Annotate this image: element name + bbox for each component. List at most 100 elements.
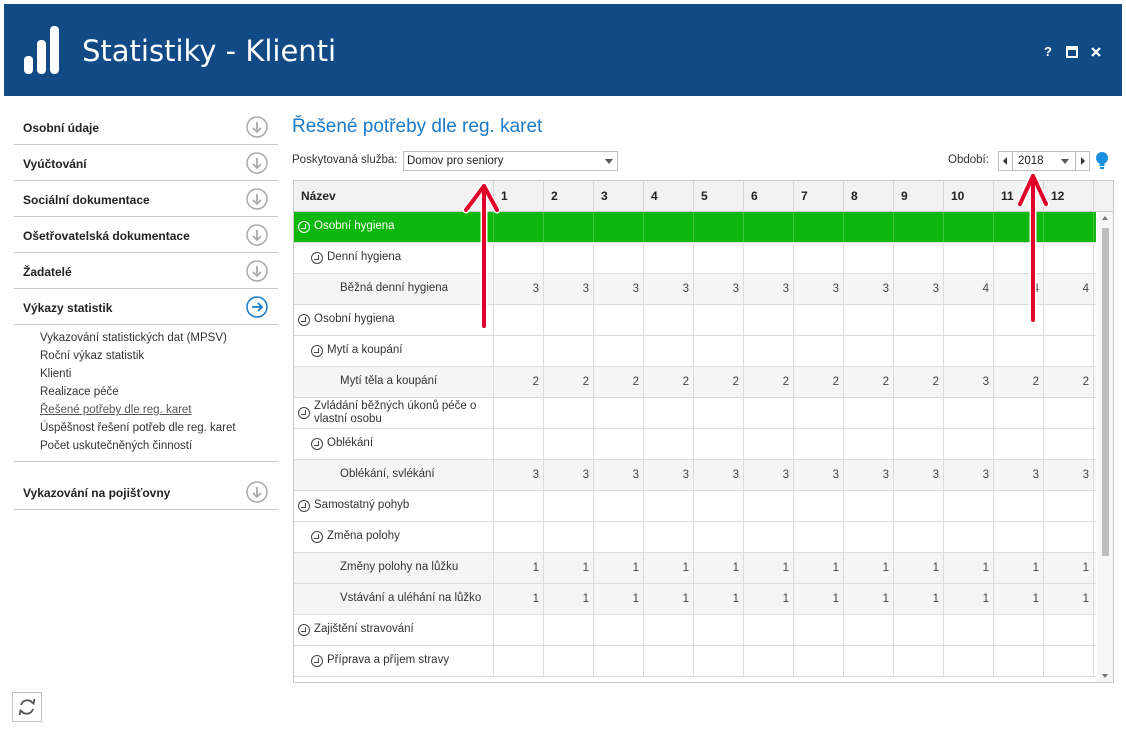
period-prev-button[interactable] — [999, 152, 1013, 170]
close-button[interactable] — [1086, 42, 1106, 62]
expand-toggle-icon[interactable] — [298, 500, 310, 512]
table-row[interactable]: Vstávání a uléhání na lůžko 1 1 1 1 1 1 1 1 1 1 1 1 — [294, 584, 1096, 615]
maximize-button[interactable] — [1062, 42, 1082, 62]
expand-toggle-icon[interactable] — [298, 624, 310, 636]
sidebar-item-3[interactable]: Ošetřovatelská dokumentace — [14, 217, 278, 253]
expand-toggle-icon[interactable] — [311, 655, 323, 667]
column-header-month[interactable]: 8 — [844, 181, 894, 212]
table-row[interactable]: Změna polohy — [294, 522, 1096, 553]
table-row[interactable]: Oblékání, svlékání 3 3 3 3 3 3 3 3 3 3 3 3 — [294, 460, 1096, 491]
lightbulb-icon[interactable] — [1095, 151, 1109, 171]
circle-down-arrow-icon[interactable] — [246, 260, 268, 282]
vertical-scrollbar[interactable] — [1097, 212, 1113, 682]
expand-toggle-icon[interactable] — [311, 252, 323, 264]
value-cell — [994, 243, 1044, 273]
value-cell: 1 — [494, 553, 544, 583]
value-cell: 1 — [744, 553, 794, 583]
scroll-up-icon[interactable] — [1102, 216, 1108, 220]
value-cell: 3 — [694, 274, 744, 304]
sidebar-item-2[interactable]: Sociální dokumentace — [14, 181, 278, 217]
column-header-month[interactable]: 5 — [694, 181, 744, 212]
table-row[interactable]: Změny polohy na lůžku 1 1 1 1 1 1 1 1 1 1 1 1 — [294, 553, 1096, 584]
sidebar-item-label: Výkazy statistik — [23, 301, 113, 315]
value-cell — [894, 429, 944, 459]
chevron-down-icon[interactable] — [1061, 159, 1069, 164]
column-header-month[interactable]: 4 — [644, 181, 694, 212]
value-cell — [594, 398, 644, 428]
expand-toggle-icon[interactable] — [298, 314, 310, 326]
value-cell — [894, 398, 944, 428]
expand-toggle-icon[interactable] — [298, 407, 310, 419]
sidebar-item-1[interactable]: Vyúčtování — [14, 145, 278, 181]
sidebar-item-0[interactable]: Osobní údaje — [14, 109, 278, 145]
table-row[interactable]: Mytí a koupání — [294, 336, 1096, 367]
table-row[interactable]: Mytí těla a koupání 2 2 2 2 2 2 2 2 2 3 2 2 — [294, 367, 1096, 398]
circle-down-arrow-icon[interactable] — [246, 116, 268, 138]
period-next-button[interactable] — [1075, 152, 1089, 170]
sidebar-sub-item[interactable]: Roční výkaz statistik — [14, 347, 278, 365]
chevron-down-icon[interactable] — [605, 159, 613, 164]
row-label: Denní hygiena — [327, 251, 402, 263]
value-cell: 1 — [894, 553, 944, 583]
value-cell: 3 — [1044, 460, 1094, 490]
sidebar-sub-item[interactable]: Úspěšnost řešení potřeb dle reg. karet — [14, 419, 278, 437]
name-cell: Osobní hygiena — [294, 305, 494, 335]
value-cell — [994, 336, 1044, 366]
sidebar-sub-item[interactable]: Klienti — [14, 365, 278, 383]
row-label: Vstávání a uléhání na lůžko — [340, 592, 482, 604]
sidebar-sub-item[interactable]: Realizace péče — [14, 383, 278, 401]
table-row[interactable]: Zajištění stravování — [294, 615, 1096, 646]
value-cell — [1044, 646, 1094, 676]
name-cell: Příprava a příjem stravy — [294, 646, 494, 676]
sidebar-item-label: Vyúčtování — [23, 157, 87, 171]
help-button[interactable]: ? — [1038, 42, 1058, 62]
sidebar-sub-item[interactable]: Počet uskutečněných činností — [14, 437, 278, 455]
column-header-month[interactable]: 6 — [744, 181, 794, 212]
refresh-button[interactable] — [12, 692, 42, 722]
expand-toggle-icon[interactable] — [311, 531, 323, 543]
table-row[interactable]: Samostatný pohyb — [294, 491, 1096, 522]
sidebar-item-5[interactable]: Výkazy statistik — [14, 289, 278, 325]
period-value[interactable]: 2018 — [1018, 155, 1044, 167]
service-select[interactable]: Domov pro seniory — [403, 151, 618, 171]
value-cell: 3 — [594, 274, 644, 304]
maximize-icon — [1066, 46, 1078, 58]
row-label: Příprava a příjem stravy — [327, 654, 450, 666]
value-cell — [944, 522, 994, 552]
table-row[interactable]: Zvládání běžných úkonů péče o vlastní os… — [294, 398, 1096, 429]
column-header-month[interactable]: 3 — [594, 181, 644, 212]
scroll-down-icon[interactable] — [1102, 674, 1108, 678]
circle-right-arrow-icon[interactable] — [246, 296, 268, 318]
column-header-month[interactable]: 1 — [494, 181, 544, 212]
circle-down-arrow-icon[interactable] — [246, 188, 268, 210]
circle-down-arrow-icon[interactable] — [246, 224, 268, 246]
table-row[interactable]: Denní hygiena — [294, 243, 1096, 274]
row-label: Osobní hygiena — [314, 313, 395, 325]
value-cell: 3 — [494, 274, 544, 304]
column-header-month[interactable]: 12 — [1044, 181, 1094, 212]
column-header-name[interactable]: Název — [294, 181, 494, 212]
value-cell — [544, 615, 594, 645]
expand-toggle-icon[interactable] — [311, 345, 323, 357]
scrollbar-thumb[interactable] — [1102, 228, 1109, 556]
value-cell — [644, 491, 694, 521]
circle-down-arrow-icon[interactable] — [246, 481, 268, 503]
value-cell: 3 — [794, 460, 844, 490]
table-row[interactable]: Osobní hygiena — [294, 212, 1096, 243]
table-row[interactable]: Příprava a příjem stravy — [294, 646, 1096, 677]
column-header-month[interactable]: 11 — [994, 181, 1044, 212]
sidebar-item-4[interactable]: Žadatelé — [14, 253, 278, 289]
expand-toggle-icon[interactable] — [311, 438, 323, 450]
table-row[interactable]: Běžná denní hygiena 3 3 3 3 3 3 3 3 3 4 4 4 — [294, 274, 1096, 305]
table-row[interactable]: Osobní hygiena — [294, 305, 1096, 336]
column-header-month[interactable]: 9 — [894, 181, 944, 212]
column-header-month[interactable]: 10 — [944, 181, 994, 212]
table-row[interactable]: Oblékání — [294, 429, 1096, 460]
sidebar-sub-item[interactable]: Řešené potřeby dle reg. karet — [14, 401, 278, 419]
circle-down-arrow-icon[interactable] — [246, 152, 268, 174]
sidebar-sub-item[interactable]: Vykazování statistických dat (MPSV) — [14, 329, 278, 347]
sidebar-item-pojistovny[interactable]: Vykazování na pojišťovny — [14, 474, 278, 510]
column-header-month[interactable]: 7 — [794, 181, 844, 212]
expand-toggle-icon[interactable] — [298, 221, 310, 233]
column-header-month[interactable]: 2 — [544, 181, 594, 212]
